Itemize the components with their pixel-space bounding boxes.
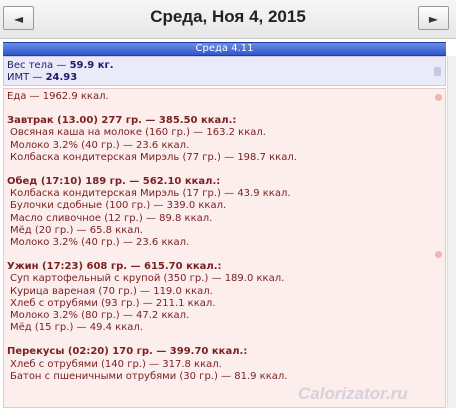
meal-header[interactable]: Ужин (17:23) 608 гр. — 615.70 ккал.: — [7, 261, 445, 273]
body-stats-panel[interactable]: Вес тела — 59.9 кг. ИМТ — 24.93 — [3, 56, 446, 86]
date-title: Среда, Ноя 4, 2015 — [150, 7, 306, 26]
meal-item[interactable]: Колбаска кондитерская Мирэль (77 гр.) — … — [7, 152, 445, 164]
meal-lunch[interactable]: Обед (17:10) 189 гр. — 562.10 ккал.: Кол… — [7, 176, 445, 249]
bmi-row: ИМТ — 24.93 — [7, 72, 445, 84]
meal-dinner[interactable]: Ужин (17:23) 608 гр. — 615.70 ккал.: Суп… — [7, 261, 445, 334]
meal-item[interactable]: Молоко 3.2% (40 гр.) — 23.6 ккал. — [7, 237, 445, 249]
meal-item[interactable]: Хлеб с отрубями (93 гр.) — 211.1 ккал. — [7, 298, 445, 310]
meal-item[interactable]: Молоко 3.2% (80 гр.) — 47.2 ккал. — [7, 310, 445, 322]
meal-item[interactable]: Батон с пшеничными отрубями (30 гр.) — 8… — [7, 371, 445, 383]
meal-item[interactable]: Масло сливочное (12 гр.) — 89.8 ккал. — [7, 213, 445, 225]
meal-item[interactable]: Мёд (20 гр.) — 65.8 ккал. — [7, 225, 445, 237]
meal-item[interactable]: Булочки сдобные (100 гр.) — 339.0 ккал. — [7, 200, 445, 212]
meal-item[interactable]: Суп картофельный с крупой (350 гр.) — 18… — [7, 273, 445, 285]
meal-item[interactable]: Хлеб с отрубями (140 гр.) — 317.8 ккал. — [7, 359, 445, 371]
meal-item[interactable]: Мёд (15 гр.) — 49.4 ккал. — [7, 322, 445, 334]
meal-header[interactable]: Обед (17:10) 189 гр. — 562.10 ккал.: — [7, 176, 445, 188]
trash-icon[interactable] — [434, 67, 441, 76]
previous-day-button[interactable]: ◄ — [3, 6, 34, 30]
bmi-value: 24.93 — [45, 72, 78, 83]
weight-label: Вес тела — — [7, 60, 67, 71]
meal-item[interactable]: Курица вареная (70 гр.) — 119.0 ккал. — [7, 286, 445, 298]
meal-snacks[interactable]: Перекусы (02:20) 170 гр. — 399.70 ккал.:… — [7, 346, 445, 383]
day-header-band: Среда 4.11 — [3, 42, 446, 56]
bmi-label: ИМТ — — [7, 72, 43, 83]
meal-breakfast[interactable]: Завтрак (13.00) 277 гр. — 385.50 ккал.: … — [7, 115, 445, 164]
collapse-dot-icon[interactable] — [435, 94, 442, 101]
meal-header[interactable]: Перекусы (02:20) 170 гр. — 399.70 ккал.: — [7, 346, 445, 358]
meal-header[interactable]: Завтрак (13.00) 277 гр. — 385.50 ккал.: — [7, 115, 445, 127]
weight-row: Вес тела — 59.9 кг. — [7, 60, 445, 72]
next-day-button[interactable]: ► — [418, 6, 449, 30]
food-total: Еда — 1962.9 ккал. — [7, 91, 109, 102]
date-navigation-bar: ◄ Среда, Ноя 4, 2015 ► — [0, 0, 456, 39]
meal-item[interactable]: Молоко 3.2% (40 гр.) — 23.6 ккал. — [7, 140, 445, 152]
collapse-dot-icon[interactable] — [435, 251, 442, 258]
food-diary-panel: Еда — 1962.9 ккал. Завтрак (13.00) 277 г… — [3, 88, 446, 408]
meal-item[interactable]: Овсяная каша на молоке (160 гр.) — 163.2… — [7, 127, 445, 139]
watermark-logo: Calorizator.ru — [298, 384, 408, 403]
weight-value: 59.9 кг. — [69, 60, 114, 71]
meal-item[interactable]: Колбаска кондитерская Мирэль (17 гр.) — … — [7, 188, 445, 200]
scrollbar[interactable] — [447, 56, 456, 408]
